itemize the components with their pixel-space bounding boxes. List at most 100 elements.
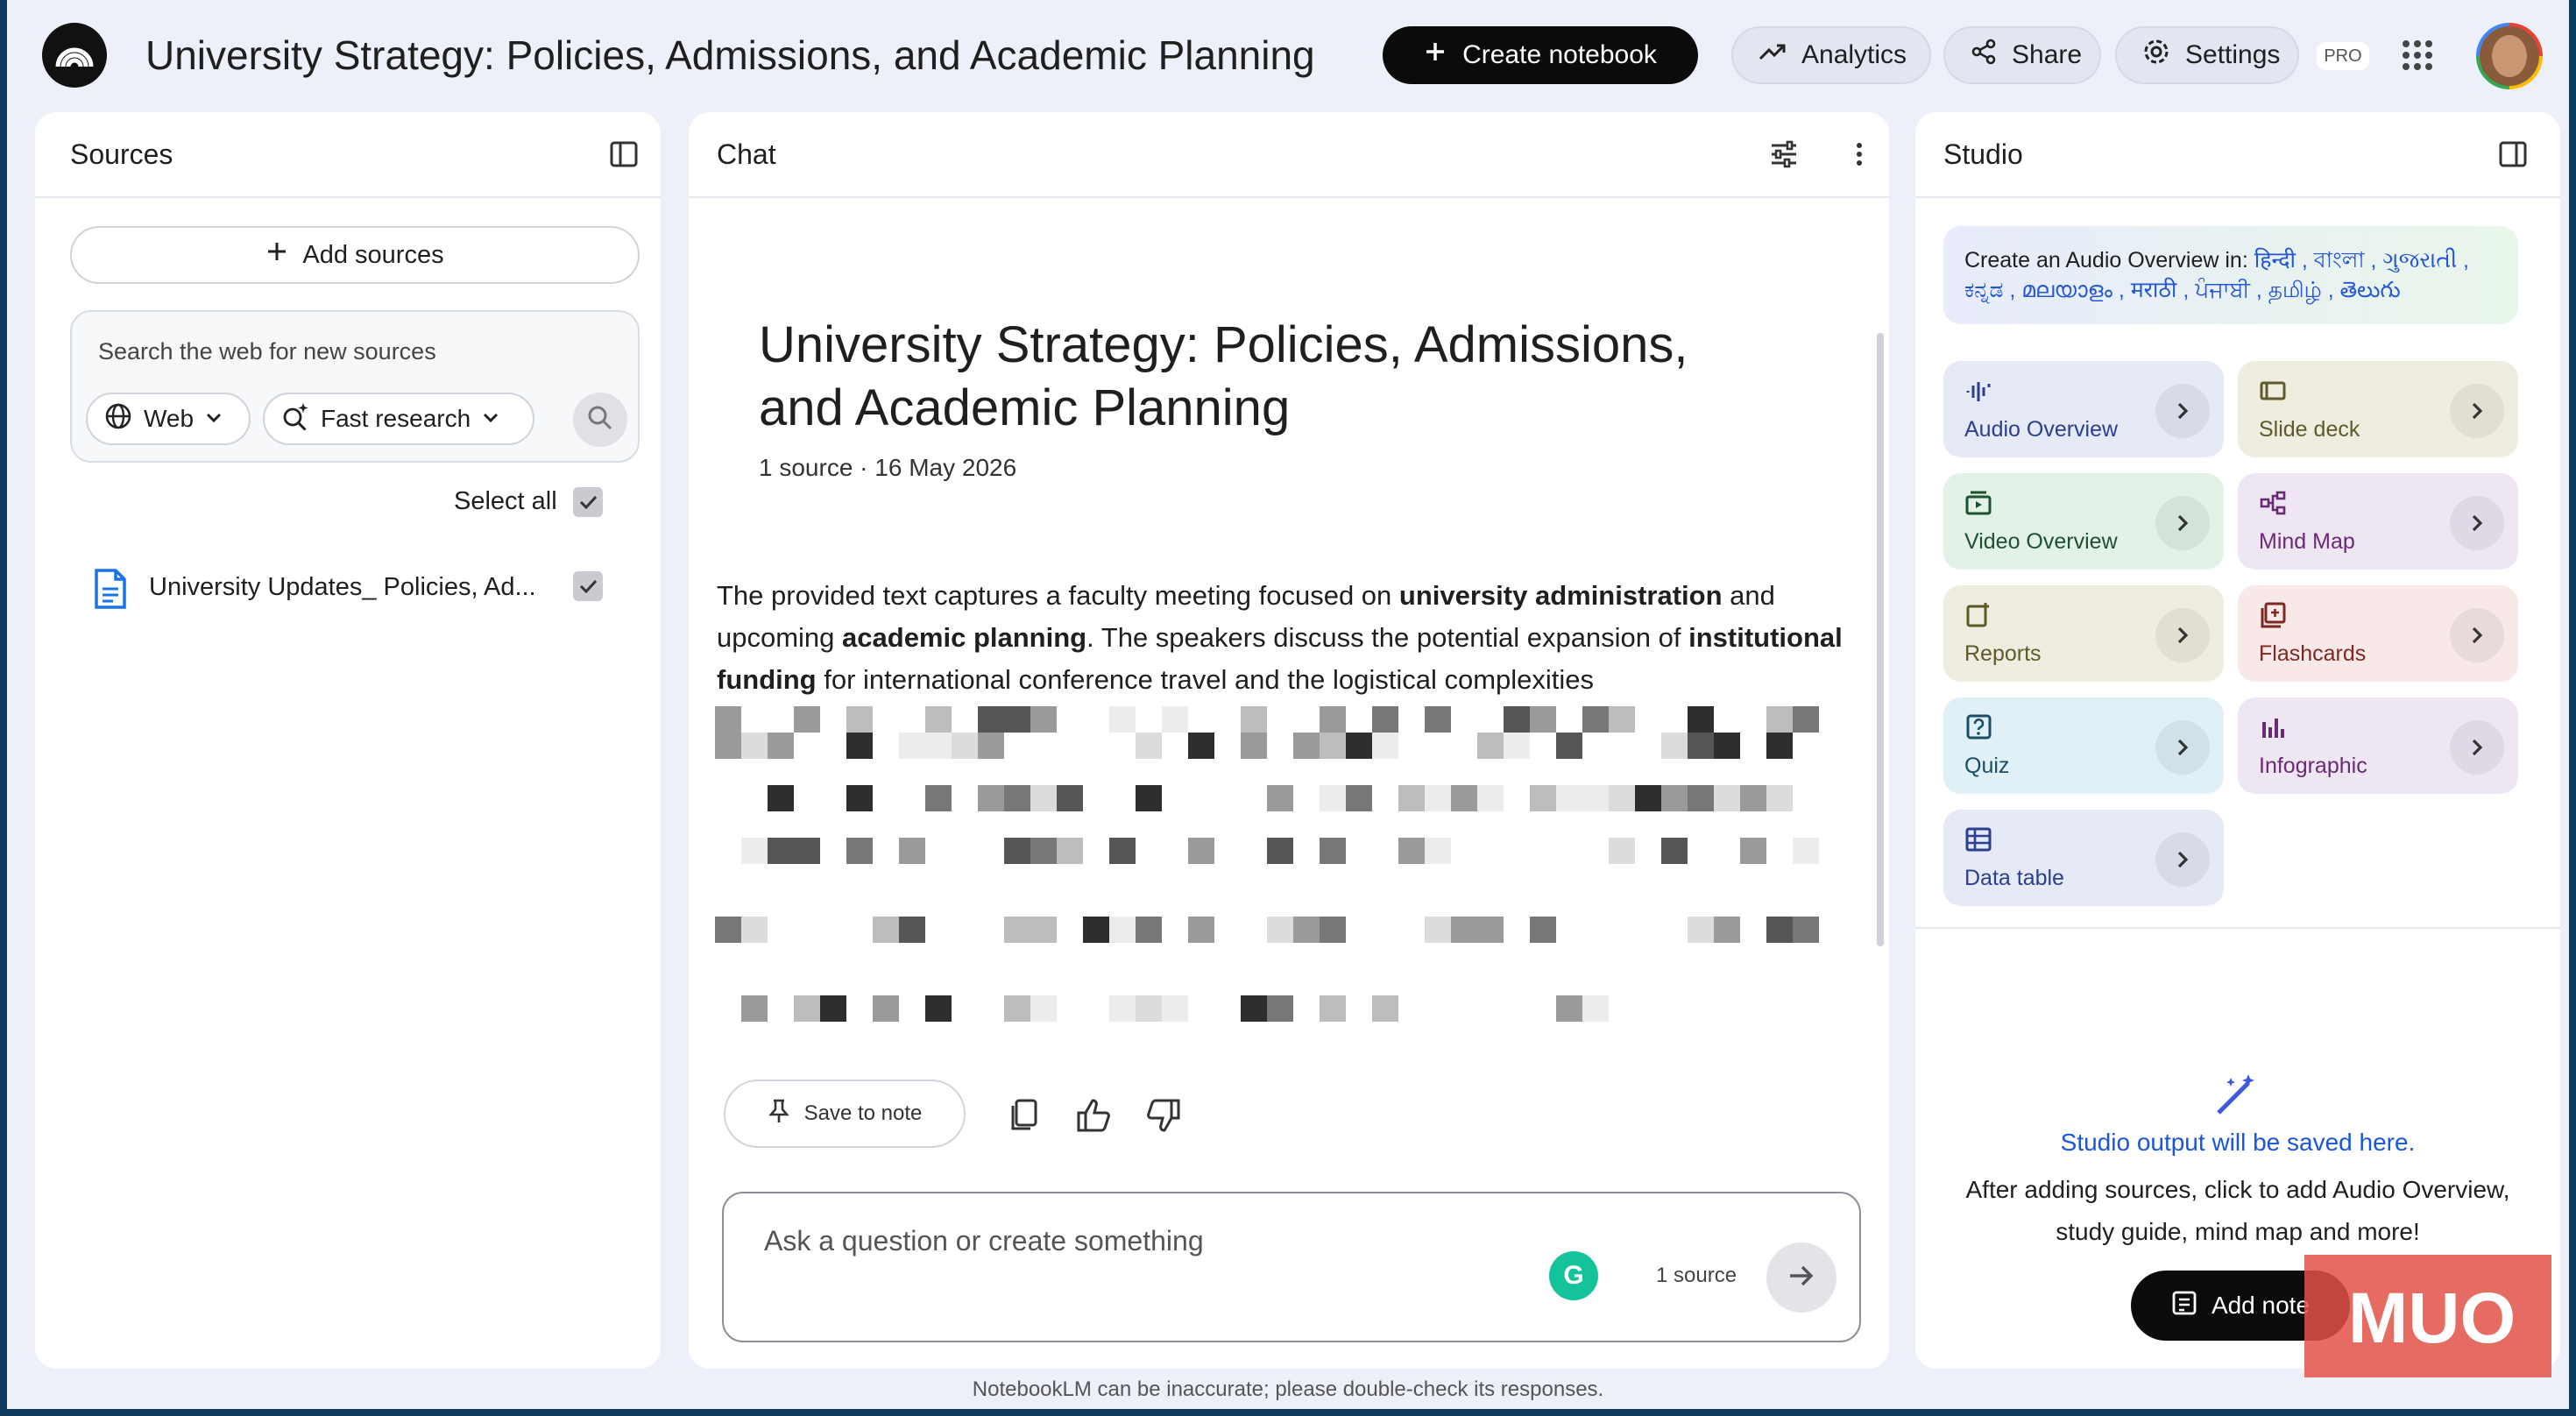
redacted-text-block (1530, 917, 1556, 943)
sources-panel: Sources Add sources Web (35, 112, 661, 1369)
redacted-text-block (1582, 785, 1609, 811)
chevron-right-icon[interactable] (2155, 608, 2210, 662)
search-submit-button[interactable] (573, 393, 627, 447)
redacted-text-block (1057, 838, 1083, 864)
web-source-dropdown[interactable]: Web (86, 393, 251, 445)
watermark-logo: MUO (2304, 1255, 2551, 1377)
redacted-text-block (741, 995, 768, 1022)
redacted-text-block (1556, 785, 1582, 811)
studio-tile-audio-overview[interactable]: Audio Overview (1943, 361, 2224, 457)
redacted-text-block (1109, 706, 1136, 733)
notebook-title[interactable]: University Strategy: Policies, Admission… (145, 32, 1315, 79)
redacted-text-block (1451, 785, 1477, 811)
redacted-text-block (1530, 706, 1556, 733)
redacted-text-block (1267, 995, 1293, 1022)
collapse-panel-icon[interactable] (2497, 138, 2529, 170)
chevron-right-icon[interactable] (2155, 496, 2210, 550)
chevron-right-icon[interactable] (2155, 720, 2210, 775)
language-links-1[interactable]: हिन्दी , বাংলা , ગુજરાતી , (2254, 248, 2469, 273)
video-icon (1964, 489, 1992, 517)
avatar[interactable] (2476, 23, 2543, 89)
flashcards-icon (2259, 601, 2287, 629)
settings-label: Settings (2185, 40, 2281, 69)
redacted-text-block (1188, 838, 1214, 864)
studio-divider (1915, 927, 2560, 929)
chevron-right-icon[interactable] (2450, 384, 2504, 438)
redacted-text-block (1136, 785, 1162, 811)
studio-tile-mind-map[interactable]: Mind Map (2238, 473, 2518, 570)
redacted-text-block (1477, 733, 1504, 759)
chevron-right-icon[interactable] (2155, 832, 2210, 887)
language-links-2[interactable]: ಕನ್ನಡ , മലയാളം , मराठी , ਪੰਜਾਬੀ , தமிழ் … (1964, 275, 2497, 305)
redacted-text-block (1320, 785, 1346, 811)
note-icon (2171, 1290, 2197, 1322)
redacted-text-block (1609, 838, 1635, 864)
send-button[interactable] (1766, 1243, 1836, 1313)
chevron-right-icon[interactable] (2450, 720, 2504, 775)
studio-tile-quiz[interactable]: Quiz (1943, 697, 2224, 794)
analytics-button[interactable]: Analytics (1731, 26, 1931, 84)
redacted-text-block (1425, 838, 1451, 864)
notebooklm-logo-icon[interactable] (42, 23, 107, 88)
more-vert-icon[interactable] (1844, 138, 1875, 170)
chat-settings-tune-icon[interactable] (1768, 138, 1800, 170)
chat-panel: Chat University Strategy: Policies, Admi… (689, 112, 1889, 1369)
studio-tile-infographic[interactable]: Infographic (2238, 697, 2518, 794)
redacted-text-block (1425, 917, 1451, 943)
arrow-right-icon (1786, 1260, 1817, 1296)
studio-tile-slide-deck[interactable]: Slide deck (2238, 361, 2518, 457)
audio-language-banner[interactable]: Create an Audio Overview in: हिन्दी , বা… (1943, 226, 2518, 324)
redacted-text-block (1477, 917, 1504, 943)
redacted-text-block (1582, 995, 1609, 1022)
chevron-right-icon[interactable] (2155, 384, 2210, 438)
redacted-text-block (899, 733, 925, 759)
chat-scrollbar[interactable] (1877, 333, 1884, 946)
redacted-text-block (1004, 917, 1030, 943)
settings-button[interactable]: Settings (2115, 26, 2299, 84)
pro-badge: PRO (2317, 42, 2369, 70)
chevron-down-icon (481, 405, 500, 433)
globe-icon (103, 401, 133, 437)
redacted-text-block (1714, 917, 1740, 943)
studio-tile-reports[interactable]: Reports (1943, 585, 2224, 682)
redacted-text-block (1740, 838, 1766, 864)
source-title: University Updates_ Policies, Ad... (149, 573, 536, 601)
studio-tile-label: Flashcards (2259, 641, 2367, 666)
notebook-summary-title: University Strategy: Policies, Admission… (759, 316, 1688, 436)
studio-tile-flashcards[interactable]: Flashcards (2238, 585, 2518, 682)
chevron-right-icon[interactable] (2450, 496, 2504, 550)
redacted-text-block (1793, 838, 1819, 864)
redacted-text-block (1504, 733, 1530, 759)
redacted-text-block (1030, 785, 1057, 811)
share-button[interactable]: Share (1943, 26, 2101, 84)
thumbs-up-icon[interactable] (1074, 1095, 1115, 1136)
audio-waveform-icon (1964, 377, 1992, 405)
studio-title: Studio (1943, 138, 2023, 170)
web-search-input[interactable] (98, 338, 589, 365)
notebook-summary-text: The provided text captures a faculty mee… (717, 580, 1843, 695)
fast-research-dropdown[interactable]: Fast research (263, 393, 534, 445)
research-sparkle-icon (280, 401, 310, 437)
add-sources-button[interactable]: Add sources (70, 226, 640, 284)
chevron-right-icon[interactable] (2450, 608, 2504, 662)
copy-icon[interactable] (1004, 1095, 1044, 1136)
select-all-label: Select all (454, 487, 557, 515)
redacted-text-block (1004, 995, 1030, 1022)
redacted-text-block (768, 785, 794, 811)
studio-tile-data-table[interactable]: Data table (1943, 810, 2224, 906)
redacted-text-block (1609, 706, 1635, 733)
source-item[interactable]: University Updates_ Policies, Ad... (93, 568, 636, 612)
select-all-checkbox[interactable] (573, 487, 603, 517)
collapse-panel-icon[interactable] (608, 138, 640, 170)
apps-grid-icon[interactable] (2403, 40, 2432, 70)
data-table-icon (1964, 825, 1992, 853)
save-to-note-button[interactable]: Save to note (724, 1080, 966, 1148)
redacted-text-block (846, 706, 873, 733)
create-notebook-button[interactable]: Create notebook (1383, 26, 1698, 84)
source-checkbox[interactable] (573, 571, 603, 601)
studio-tile-video-overview[interactable]: Video Overview (1943, 473, 2224, 570)
thumbs-down-icon[interactable] (1143, 1095, 1183, 1136)
grammarly-icon[interactable]: G (1549, 1251, 1598, 1300)
redacted-text-block (1582, 706, 1609, 733)
chat-input[interactable] (764, 1225, 1553, 1257)
